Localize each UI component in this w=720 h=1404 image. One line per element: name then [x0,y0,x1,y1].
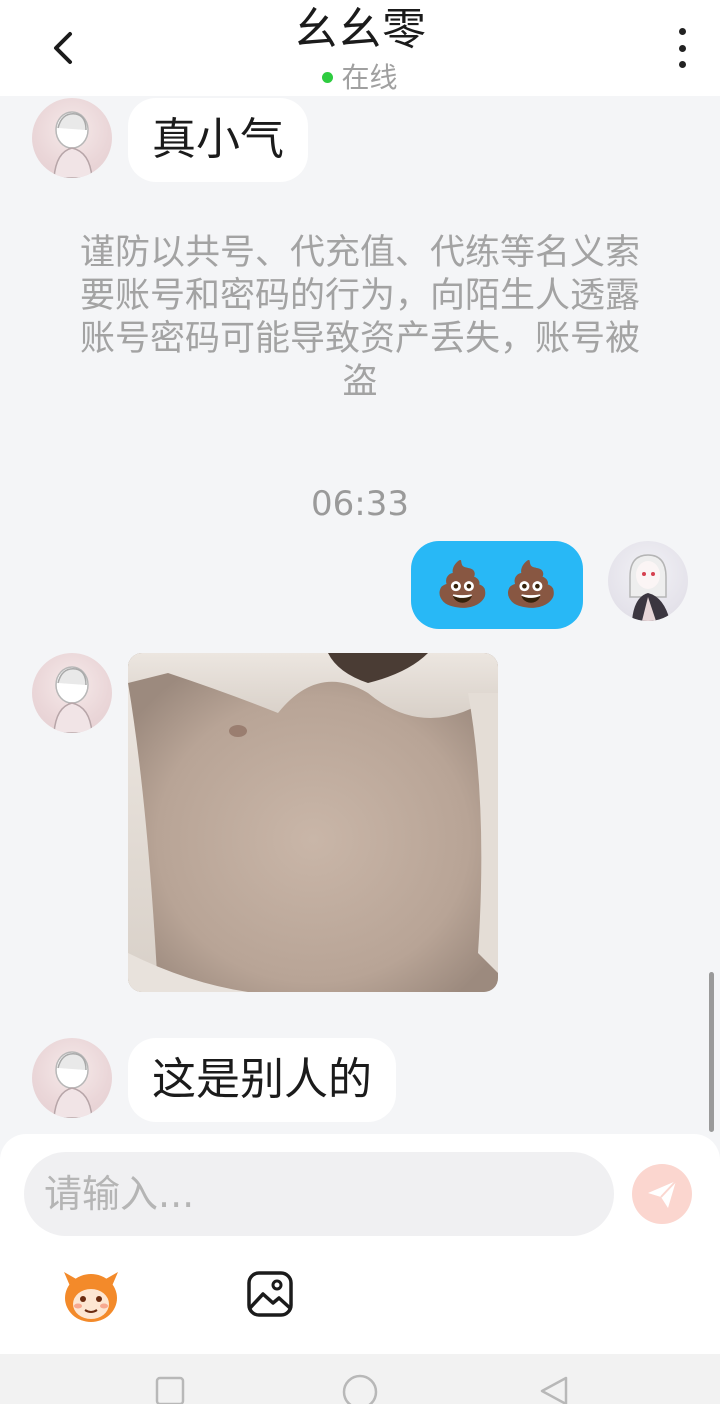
message-bubble-sent[interactable]: 💩 💩 [411,541,583,629]
contact-avatar[interactable] [32,1038,112,1118]
avatar-illustration [53,666,93,733]
photo-image [128,653,498,992]
circle-icon [342,1374,378,1404]
more-dot-icon [678,28,686,35]
message-timestamp: 06:33 [311,484,409,524]
send-button[interactable] [632,1164,692,1224]
emoji-sticker-icon [64,1272,118,1322]
square-icon [155,1376,185,1404]
more-dot-icon [678,61,686,68]
online-status-text: 在线 [341,61,398,94]
more-dot-icon [678,44,686,52]
online-dot-icon [322,72,334,83]
image-message[interactable] [128,653,498,992]
send-icon [648,1180,677,1208]
avatar-illustration [53,1051,93,1118]
message-input[interactable] [24,1152,614,1236]
image-icon [247,1271,293,1317]
message-bubble-received[interactable]: 这是别人的 [128,1038,396,1122]
avatar-illustration [629,554,670,621]
chat-header: 幺幺零 在线 [0,0,720,96]
recent-apps-button[interactable] [155,1376,185,1404]
message-bubble-received[interactable]: 真小气 [128,98,308,182]
system-back-button[interactable] [538,1376,570,1404]
image-picker-button[interactable] [246,1270,294,1318]
emoji-sticker-button[interactable] [60,1266,122,1324]
more-options-button[interactable] [670,28,694,68]
home-button[interactable] [342,1374,378,1404]
scrollbar[interactable] [709,972,714,1132]
security-notice: 谨防以共号、代充值、代练等名义索要账号和密码的行为，向陌生人透露账号密码可能导致… [79,233,640,402]
contact-name: 幺幺零 [294,4,426,55]
self-avatar[interactable] [608,541,688,621]
contact-avatar[interactable] [32,98,112,178]
system-nav-bar [0,1354,720,1404]
triangle-back-icon [540,1376,568,1404]
composer-panel [0,1134,720,1354]
online-status: 在线 [0,60,720,96]
avatar-illustration [53,111,93,178]
contact-avatar[interactable] [32,653,112,733]
